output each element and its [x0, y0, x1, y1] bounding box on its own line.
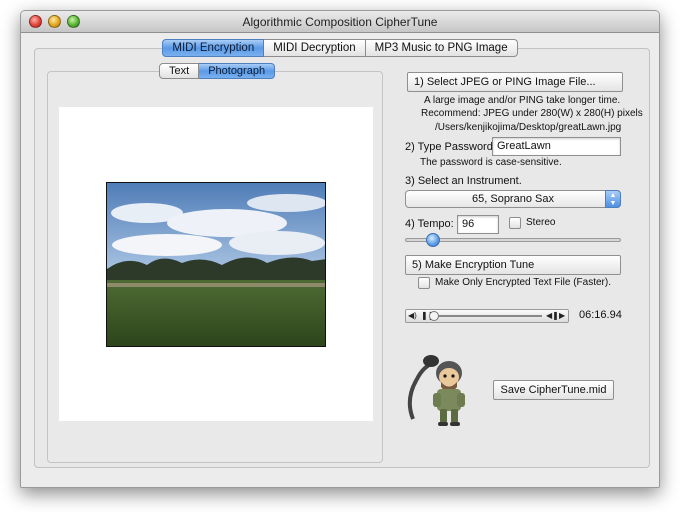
- tab-text[interactable]: Text: [159, 63, 200, 79]
- stereo-checkbox[interactable]: [509, 217, 521, 229]
- selected-photograph: [106, 182, 326, 347]
- sub-tab-bar: Text Photograph: [159, 63, 276, 79]
- rewind-icon[interactable]: ◀❚: [546, 310, 559, 322]
- mascot-icon: [403, 349, 475, 429]
- title-bar[interactable]: Algorithmic Composition CipherTune: [21, 11, 659, 33]
- encrypted-text-only-checkbox[interactable]: [418, 277, 430, 289]
- password-label: 2) Type Password:: [405, 141, 496, 153]
- tab-midi-decryption[interactable]: MIDI Decryption: [264, 39, 366, 57]
- select-image-button[interactable]: 1) Select JPEG or PING Image File...: [407, 72, 623, 92]
- player-time: 06:16.94: [579, 309, 622, 321]
- tempo-label: 4) Tempo:: [405, 218, 454, 230]
- app-window: Algorithmic Composition CipherTune MIDI …: [20, 10, 660, 488]
- encrypted-text-only-label: Make Only Encrypted Text File (Faster).: [435, 277, 611, 288]
- password-note: The password is case-sensitive.: [420, 157, 562, 168]
- tab-photograph[interactable]: Photograph: [199, 63, 276, 79]
- dropdown-arrow-icon: ▲ ▼: [605, 190, 621, 208]
- password-input[interactable]: GreatLawn: [492, 137, 621, 156]
- audio-player: ◀) ❚❚ ◀❚ ▶: [405, 309, 569, 323]
- play-icon[interactable]: ◀): [408, 310, 417, 322]
- tempo-slider-knob[interactable]: [426, 233, 441, 247]
- tab-midi-encryption[interactable]: MIDI Encryption: [162, 39, 265, 57]
- window-title: Algorithmic Composition CipherTune: [242, 15, 438, 29]
- image-size-note: A large image and/or PING take longer ti…: [424, 95, 621, 106]
- instrument-label: 3) Select an Instrument.: [405, 175, 522, 187]
- instrument-select[interactable]: 65, Soprano Sax ▲ ▼: [405, 190, 621, 208]
- tempo-input[interactable]: 96: [457, 215, 499, 234]
- player-progress-knob[interactable]: [429, 311, 439, 321]
- image-recommend-note: Recommend: JPEG under 280(W) x 280(H) pi…: [421, 108, 643, 119]
- forward-icon[interactable]: ▶: [559, 310, 565, 322]
- main-tab-bar: MIDI Encryption MIDI Decryption MP3 Musi…: [21, 39, 659, 57]
- instrument-selected-value: 65, Soprano Sax: [472, 193, 554, 205]
- make-encryption-tune-button[interactable]: 5) Make Encryption Tune: [405, 255, 621, 275]
- image-file-path: /Users/kenjikojima/Desktop/greatLawn.jpg: [435, 122, 622, 133]
- stereo-label: Stereo: [526, 217, 556, 228]
- player-progress-track[interactable]: [434, 315, 542, 317]
- save-ciphertune-button[interactable]: Save CipherTune.mid: [493, 380, 614, 400]
- tab-mp3-to-png[interactable]: MP3 Music to PNG Image: [365, 39, 518, 57]
